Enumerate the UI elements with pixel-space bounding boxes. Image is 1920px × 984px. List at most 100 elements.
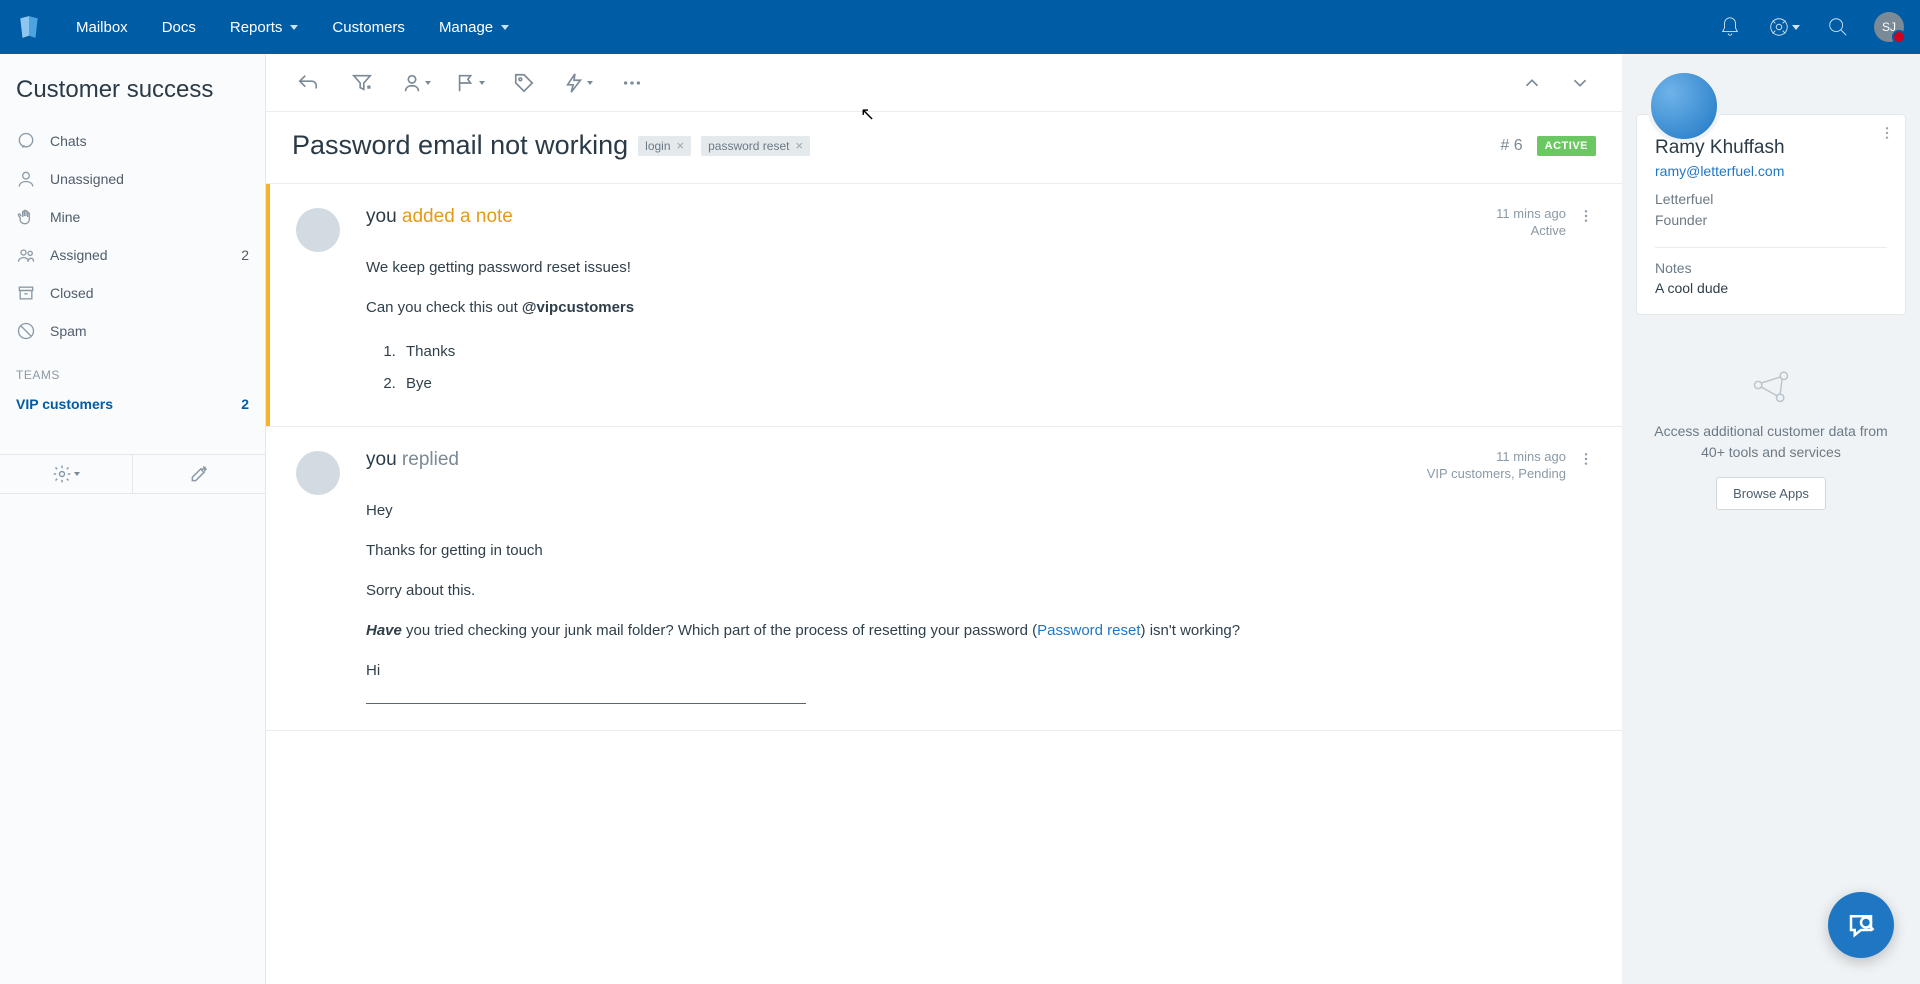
- message-text: Have: [366, 622, 402, 639]
- next-conversation-button[interactable]: [1558, 63, 1602, 103]
- apps-promo: Access additional customer data from 40+…: [1636, 333, 1906, 520]
- chevron-down-icon: [501, 25, 509, 30]
- notes-label: Notes: [1655, 260, 1887, 276]
- customer-notes[interactable]: A cool dude: [1655, 280, 1887, 296]
- nav-mailbox[interactable]: Mailbox: [62, 11, 142, 44]
- message-author: you: [366, 449, 397, 470]
- customer-avatar[interactable]: [1647, 69, 1721, 143]
- sidebar-team-vip[interactable]: VIP customers 2: [0, 388, 265, 420]
- users-icon: [16, 245, 36, 265]
- message-text: Can you check this out: [366, 299, 522, 316]
- tag-label: password reset: [708, 139, 789, 153]
- tag-label: login: [645, 139, 670, 153]
- sidebar-footer: [0, 454, 265, 494]
- customer-email[interactable]: ramy@letterfuel.com: [1655, 163, 1887, 179]
- thread: you added a note 11 mins ago Active We k…: [266, 184, 1622, 984]
- apps-icon: [1749, 363, 1793, 407]
- assign-button[interactable]: [394, 63, 438, 103]
- flag-button[interactable]: [448, 63, 492, 103]
- divider: [366, 703, 806, 704]
- nav-reports[interactable]: Reports: [216, 11, 313, 44]
- message-text: We keep getting password reset issues!: [366, 256, 1596, 280]
- sidebar-item-unassigned[interactable]: Unassigned: [0, 160, 265, 198]
- customer-more-button[interactable]: [1879, 125, 1895, 144]
- sidebar-item-label: Mine: [50, 209, 80, 225]
- sidebar-item-label: Unassigned: [50, 171, 124, 187]
- back-button[interactable]: [286, 63, 330, 103]
- message-text: Sorry about this.: [366, 579, 1596, 603]
- avatar: [296, 208, 340, 252]
- apps-text: Access additional customer data from 40+…: [1646, 421, 1896, 463]
- message-more-button[interactable]: [1576, 449, 1596, 472]
- nav-right: SJ: [1712, 9, 1904, 45]
- compose-icon: [189, 464, 209, 484]
- customer-role: Founder: [1655, 210, 1887, 231]
- nav-reports-label: Reports: [230, 19, 283, 36]
- nav-items: Mailbox Docs Reports Customers Manage: [62, 11, 523, 44]
- sidebar-team-label: VIP customers: [16, 396, 113, 412]
- status-button[interactable]: [340, 63, 384, 103]
- message-action: added a note: [402, 206, 513, 227]
- divider: [1655, 247, 1887, 248]
- message-time: 11 mins ago: [1496, 206, 1566, 221]
- tag-password-reset[interactable]: password reset ×: [701, 136, 810, 156]
- message-body: We keep getting password reset issues! C…: [366, 256, 1596, 400]
- sidebar-item-closed[interactable]: Closed: [0, 274, 265, 312]
- mention[interactable]: @vipcustomers: [522, 299, 634, 316]
- sidebar-item-chats[interactable]: Chats: [0, 122, 265, 160]
- conversation-nav: [1510, 63, 1602, 103]
- nav-manage[interactable]: Manage: [425, 11, 523, 44]
- workflow-button[interactable]: [556, 63, 600, 103]
- top-nav: Mailbox Docs Reports Customers Manage SJ: [0, 0, 1920, 54]
- user-avatar[interactable]: SJ: [1874, 12, 1904, 42]
- list-item: Bye: [400, 368, 1596, 400]
- sidebar-item-assigned[interactable]: Assigned 2: [0, 236, 265, 274]
- conversation-panel: Password email not working login × passwo…: [266, 54, 1622, 984]
- sidebar-team-count: 2: [241, 396, 249, 412]
- prev-conversation-button[interactable]: [1510, 63, 1554, 103]
- help-button[interactable]: [1766, 9, 1802, 45]
- tag-button[interactable]: [502, 63, 546, 103]
- conversation-subject: Password email not working: [292, 130, 628, 161]
- message-text: you tried checking your junk mail folder…: [402, 622, 1037, 639]
- notifications-button[interactable]: [1712, 9, 1748, 45]
- nav-customers[interactable]: Customers: [318, 11, 419, 44]
- nav-docs[interactable]: Docs: [148, 11, 210, 44]
- message-action: replied: [402, 449, 459, 470]
- password-reset-link[interactable]: Password reset: [1037, 622, 1140, 639]
- sidebar-item-mine[interactable]: Mine: [0, 198, 265, 236]
- message-more-button[interactable]: [1576, 206, 1596, 229]
- list-item: Thanks: [400, 336, 1596, 368]
- chat-icon: [16, 131, 36, 151]
- hand-icon: [16, 207, 36, 227]
- subject-row: Password email not working login × passwo…: [266, 112, 1622, 184]
- gear-icon: [52, 464, 72, 484]
- logo[interactable]: [16, 14, 42, 40]
- sidebar-folders: Chats Unassigned Mine Assigned 2 Closed: [0, 122, 265, 350]
- status-badge: ACTIVE: [1537, 136, 1596, 156]
- customer-panel: Ramy Khuffash ramy@letterfuel.com Letter…: [1622, 54, 1920, 984]
- message-text: ) isn't working?: [1141, 622, 1241, 639]
- search-button[interactable]: [1820, 9, 1856, 45]
- close-icon[interactable]: ×: [677, 139, 685, 152]
- browse-apps-button[interactable]: Browse Apps: [1716, 477, 1826, 510]
- thread-reply: you replied 11 mins ago VIP customers, P…: [266, 427, 1622, 731]
- beacon-button[interactable]: [1828, 892, 1894, 958]
- block-icon: [16, 321, 36, 341]
- sidebar-item-spam[interactable]: Spam: [0, 312, 265, 350]
- message-body: Hey Thanks for getting in touch Sorry ab…: [366, 499, 1596, 704]
- sidebar-item-label: Chats: [50, 133, 87, 149]
- tag-login[interactable]: login ×: [638, 136, 691, 156]
- message-author: you: [366, 206, 397, 227]
- more-button[interactable]: [610, 63, 654, 103]
- message-text: Hey: [366, 499, 1596, 523]
- chevron-down-icon: [479, 81, 485, 85]
- settings-button[interactable]: [0, 455, 133, 493]
- sidebar-item-label: Closed: [50, 285, 94, 301]
- close-icon[interactable]: ×: [795, 139, 803, 152]
- message-text: Thanks for getting in touch: [366, 539, 1596, 563]
- customer-company: Letterfuel: [1655, 189, 1887, 210]
- avatar: [296, 451, 340, 495]
- compose-button[interactable]: [133, 455, 265, 493]
- message-header: you replied: [366, 449, 459, 471]
